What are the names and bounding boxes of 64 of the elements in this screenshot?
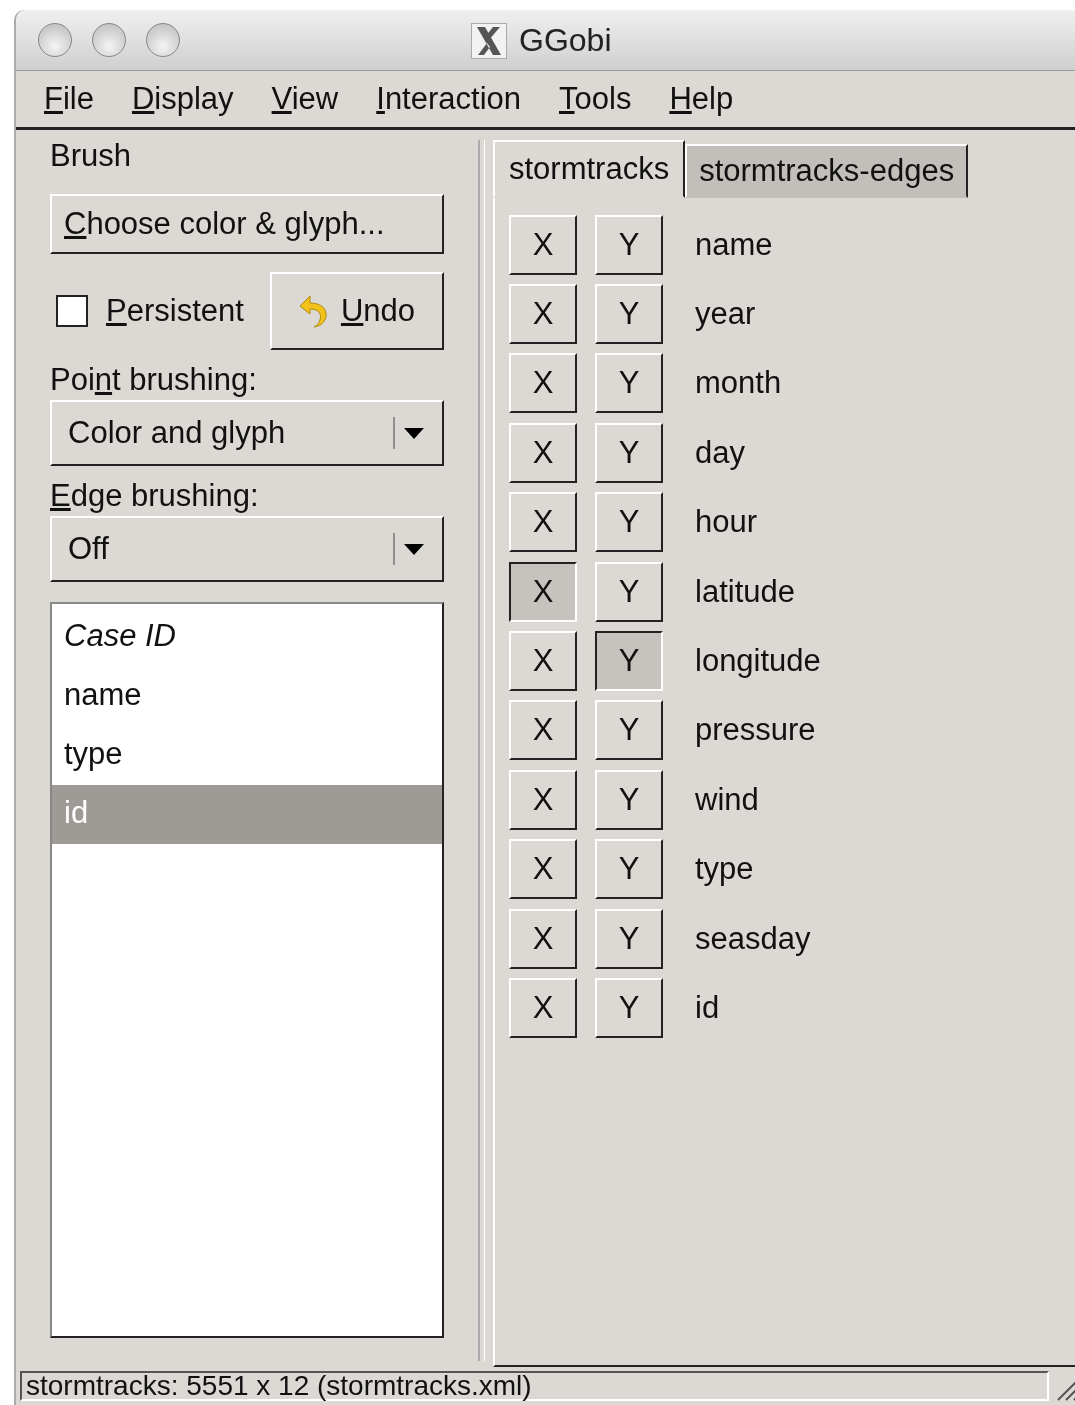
menu-item[interactable]: File: [44, 81, 94, 117]
variable-name: pressure: [695, 712, 816, 749]
field-label: Point brushing:: [50, 362, 258, 399]
x-toggle-button[interactable]: X: [509, 492, 577, 553]
tab[interactable]: stormtracks-edges: [685, 144, 969, 198]
undo-arrow-icon: [298, 294, 327, 328]
checkbox-label[interactable]: Persistent: [106, 293, 244, 329]
list-header[interactable]: Case ID: [52, 608, 442, 667]
y-toggle-button[interactable]: Y: [595, 214, 663, 275]
x-toggle-button[interactable]: X: [509, 839, 577, 900]
x-toggle-button[interactable]: X: [509, 978, 577, 1038]
variable-name: month: [695, 365, 782, 402]
status-bar: stormtracks: 5551 x 12 (stormtracks.xml): [20, 1371, 1049, 1401]
variable-name: year: [695, 296, 756, 333]
y-toggle-button[interactable]: Y: [595, 978, 663, 1038]
y-toggle-button[interactable]: Y: [595, 561, 663, 622]
pane-divider[interactable]: [478, 140, 485, 1361]
section-heading: Brush: [50, 138, 132, 175]
variable-name: longitude: [695, 643, 821, 680]
x-toggle-button[interactable]: X: [509, 353, 577, 414]
persistent-checkbox[interactable]: [56, 295, 88, 327]
variable-name: seasday: [695, 920, 811, 957]
x-toggle-button[interactable]: X: [509, 908, 577, 969]
menu-item[interactable]: Interaction: [376, 81, 521, 117]
list-item[interactable]: name: [52, 667, 442, 726]
variable-name: type: [695, 851, 754, 888]
variable-name: wind: [695, 781, 759, 818]
window-title: GGobi: [519, 22, 612, 59]
menu-item[interactable]: View: [271, 81, 339, 117]
menu-item[interactable]: Tools: [559, 81, 632, 117]
point-brushing-dropdown[interactable]: Color and glyph: [50, 400, 444, 466]
resize-grip-icon: [1057, 1379, 1075, 1401]
variable-name: latitude: [695, 573, 795, 610]
x-toggle-button[interactable]: X: [509, 214, 577, 275]
y-toggle-button[interactable]: Y: [595, 492, 663, 553]
y-toggle-button[interactable]: Y: [595, 284, 663, 345]
x-toggle-button[interactable]: X: [509, 422, 577, 483]
y-toggle-button[interactable]: Y: [595, 908, 663, 969]
zoom-icon[interactable]: [146, 23, 180, 57]
undo-button[interactable]: Undo: [270, 272, 444, 350]
x-toggle-button[interactable]: X: [509, 284, 577, 345]
field-label: Edge brushing:: [50, 478, 260, 515]
variable-name: name: [695, 226, 773, 263]
x-toggle-button[interactable]: X: [509, 561, 577, 622]
edge-brushing-dropdown[interactable]: Off: [50, 516, 444, 582]
menu-item[interactable]: Display: [131, 81, 234, 117]
choose-color-button[interactable]: Choose color & glyph...: [50, 194, 444, 254]
close-icon[interactable]: [38, 23, 72, 57]
x-toggle-button[interactable]: X: [509, 700, 577, 761]
variable-name: day: [695, 434, 745, 471]
y-toggle-button[interactable]: Y: [595, 769, 663, 830]
y-toggle-button[interactable]: Y: [595, 631, 663, 692]
x-toggle-button[interactable]: X: [509, 769, 577, 830]
y-toggle-button[interactable]: Y: [595, 700, 663, 761]
x-toggle-button[interactable]: X: [509, 631, 577, 692]
y-toggle-button[interactable]: Y: [595, 839, 663, 900]
x-logo-icon: [471, 22, 507, 59]
minimize-icon[interactable]: [92, 23, 126, 57]
y-toggle-button[interactable]: Y: [595, 353, 663, 414]
variable-name: id: [695, 990, 720, 1026]
list-item[interactable]: type: [52, 726, 442, 785]
y-toggle-button[interactable]: Y: [595, 422, 663, 483]
menu-item[interactable]: Help: [669, 81, 734, 117]
variable-name: hour: [695, 504, 758, 541]
